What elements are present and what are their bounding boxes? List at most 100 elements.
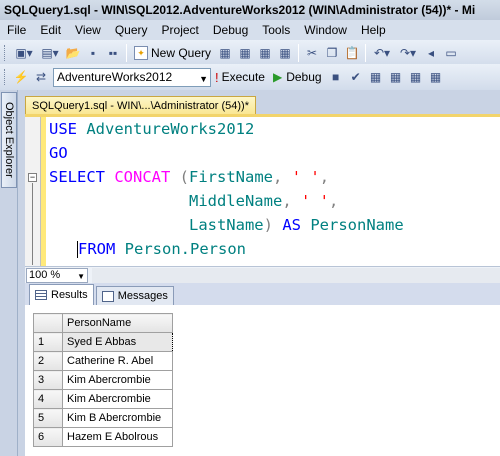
change-tracking-bar [41, 117, 46, 269]
toolbar-grip[interactable] [4, 45, 7, 61]
menu-tools[interactable]: Tools [255, 20, 297, 40]
cell-personname[interactable]: Catherine R. Abel [62, 351, 173, 371]
code-comma: , [328, 192, 339, 210]
play-icon: ▶ [272, 70, 283, 84]
cell-personname[interactable]: Syed E Abbas [62, 332, 173, 352]
save-icon[interactable]: ▪ [83, 43, 103, 63]
add-item-icon[interactable]: ▤▾ [37, 43, 63, 63]
menu-bar: File Edit View Query Project Debug Tools… [0, 20, 500, 40]
table-row[interactable]: 4 Kim Abercrombie [33, 389, 173, 409]
copy-icon[interactable]: ❐ [322, 43, 342, 63]
grid-header-row: PersonName [33, 313, 173, 333]
code-keyword: GO [49, 144, 68, 162]
cut-icon[interactable]: ✂ [302, 43, 322, 63]
execute-label: Execute [221, 70, 265, 84]
available-databases-value: AdventureWorks2012 [57, 69, 173, 84]
query-options-icon[interactable]: ▦ [386, 67, 406, 87]
results-to-grid-icon[interactable]: ▦ [426, 67, 446, 87]
connect-icon[interactable]: ⚡ [11, 67, 31, 87]
menu-file[interactable]: File [0, 20, 33, 40]
tab-messages[interactable]: Messages [95, 286, 174, 305]
table-row[interactable]: 3 Kim Abercrombie [33, 370, 173, 390]
database-engine-query-icon[interactable]: ▦ [215, 43, 235, 63]
cancel-query-icon[interactable]: ■ [326, 67, 346, 87]
toolbar-grip[interactable] [4, 69, 7, 85]
sql-editor[interactable]: − USE AdventureWorks2012 GO SELECT CONCA… [25, 114, 500, 269]
results-grid: PersonName 1 Syed E Abbas 2 Catherine R.… [33, 313, 173, 447]
code-identifier: LastName [188, 216, 264, 234]
messages-icon [101, 290, 114, 302]
xmla-query-icon[interactable]: ▦ [275, 43, 295, 63]
object-explorer-label: Object Explorer [3, 102, 15, 178]
tab-results[interactable]: Results [29, 284, 94, 305]
cell-personname[interactable]: Hazem E Abolrous [62, 427, 173, 447]
standard-toolbar: ▣▾ ▤▾ 📂 ▪ ▪▪ ✦ New Query ▦ ▦ ▦ ▦ ✂ ❐ 📋 ↶… [0, 40, 500, 66]
new-project-icon[interactable]: ▣▾ [11, 43, 37, 63]
paste-icon[interactable]: 📋 [342, 43, 362, 63]
menu-window[interactable]: Window [297, 20, 354, 40]
menu-help[interactable]: Help [354, 20, 393, 40]
new-query-button[interactable]: ✦ New Query [130, 43, 215, 63]
editor-status-bar: 100 % ▼ [25, 266, 500, 283]
code-string: ' ' [300, 192, 329, 210]
row-number[interactable]: 4 [33, 389, 63, 409]
change-connection-icon[interactable]: ⇄ [31, 67, 51, 87]
save-all-icon[interactable]: ▪▪ [103, 43, 123, 63]
cell-personname[interactable]: Kim B Abercrombie [62, 408, 173, 428]
menu-query[interactable]: Query [108, 20, 155, 40]
table-row[interactable]: 5 Kim B Abercrombie [33, 408, 173, 428]
code-comma: , [273, 168, 292, 186]
open-file-icon[interactable]: 📂 [63, 43, 83, 63]
undo-icon[interactable]: ↶▾ [369, 43, 395, 63]
menu-project[interactable]: Project [155, 20, 206, 40]
code-keyword: AS [282, 216, 301, 234]
cell-personname[interactable]: Kim Abercrombie [62, 389, 173, 409]
execute-icon: ! [215, 69, 219, 85]
row-number-header[interactable] [33, 313, 63, 333]
left-sidebar: Object Explorer [0, 90, 18, 456]
chevron-down-icon: ▼ [199, 73, 208, 84]
code-paren: ) [263, 216, 283, 234]
query-document-tab[interactable]: SQLQuery1.sql - WIN\...\Administrator (5… [25, 96, 256, 115]
results-tabs: Results Messages [25, 283, 500, 305]
window-title: SQLQuery1.sql - WIN\SQL2012.AdventureWor… [0, 0, 500, 20]
table-row[interactable]: 6 Hazem E Abolrous [33, 427, 173, 447]
zoom-select[interactable]: 100 % ▼ [26, 267, 88, 283]
execute-button[interactable]: ! Execute [211, 70, 269, 85]
find-icon[interactable]: ▭ [441, 43, 461, 63]
menu-view[interactable]: View [68, 20, 108, 40]
collapse-icon[interactable]: − [28, 173, 37, 182]
debug-button[interactable]: ▶ Debug [269, 70, 326, 84]
row-number[interactable]: 2 [33, 351, 63, 371]
intellisense-icon[interactable]: ▦ [406, 67, 426, 87]
mdx-query-icon[interactable]: ▦ [255, 43, 275, 63]
redo-icon[interactable]: ↷▾ [395, 43, 421, 63]
document-area: SQLQuery1.sql - WIN\...\Administrator (5… [19, 90, 500, 456]
horizontal-scrollbar[interactable] [92, 267, 500, 283]
code-keyword: FROM [78, 240, 116, 258]
analysis-query-icon[interactable]: ▦ [235, 43, 255, 63]
chevron-down-icon: ▼ [77, 271, 85, 281]
cell-personname[interactable]: Kim Abercrombie [62, 370, 173, 390]
row-number[interactable]: 1 [33, 332, 63, 352]
grid-icon [35, 290, 47, 300]
code-comma: , [319, 168, 330, 186]
display-plan-icon[interactable]: ▦ [366, 67, 386, 87]
parse-icon[interactable]: ✔ [346, 67, 366, 87]
row-number[interactable]: 3 [33, 370, 63, 390]
code-text[interactable]: USE AdventureWorks2012 GO SELECT CONCAT … [49, 117, 404, 261]
code-identifier: PersonName [310, 216, 404, 234]
column-header-personname[interactable]: PersonName [62, 313, 173, 333]
available-databases-select[interactable]: AdventureWorks2012 ▼ [53, 67, 211, 87]
row-number[interactable]: 6 [33, 427, 63, 447]
code-identifier: MiddleName [188, 192, 283, 210]
table-row[interactable]: 1 Syed E Abbas [33, 332, 173, 352]
code-comma: , [282, 192, 301, 210]
navigate-backward-icon[interactable]: ◂ [421, 43, 441, 63]
menu-debug[interactable]: Debug [206, 20, 255, 40]
menu-edit[interactable]: Edit [33, 20, 68, 40]
table-row[interactable]: 2 Catherine R. Abel [33, 351, 173, 371]
toolbar-separator [298, 44, 300, 62]
object-explorer-tab[interactable]: Object Explorer [1, 92, 17, 188]
row-number[interactable]: 5 [33, 408, 63, 428]
